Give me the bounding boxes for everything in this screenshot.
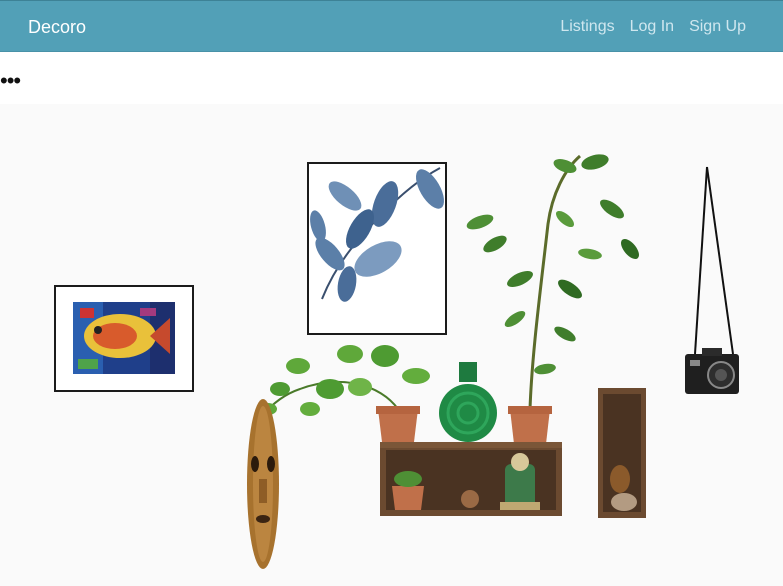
nav-login-link[interactable]: Log In [630, 18, 674, 36]
nav-links: Listings Log In Sign Up [560, 18, 746, 36]
leaf-print [307, 162, 447, 335]
wall-decor-illustration [0, 104, 783, 586]
hero-image [0, 104, 783, 586]
top-navbar: Decoro Listings Log In Sign Up [0, 0, 783, 52]
nav-signup-link[interactable]: Sign Up [689, 18, 746, 36]
box-shelf [598, 388, 646, 518]
nav-listings-link[interactable]: Listings [560, 18, 614, 36]
wooden-shelf [380, 442, 562, 516]
fish-painting [54, 285, 194, 392]
brand-logo[interactable]: Decoro [28, 17, 86, 37]
wooden-mask [247, 399, 279, 569]
more-options-icon[interactable]: ••• [0, 70, 21, 92]
